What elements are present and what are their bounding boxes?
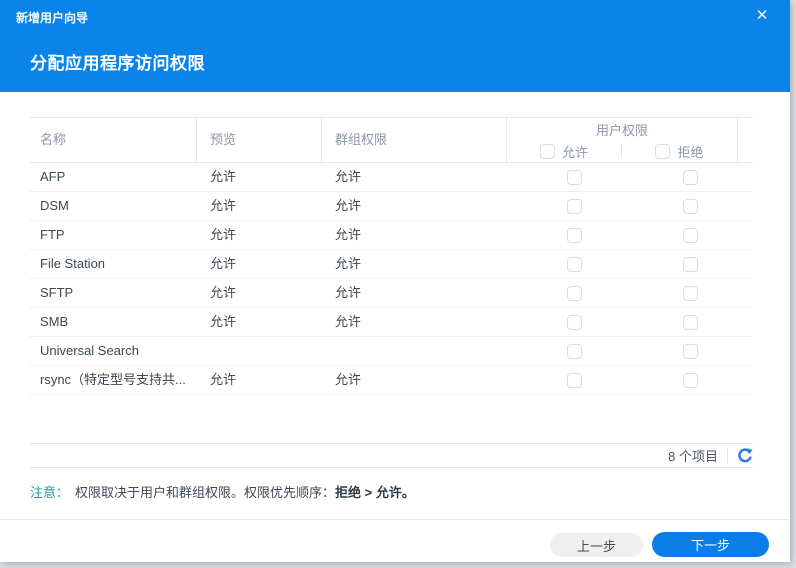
preview-value: 允许 [210,227,237,242]
deny-checkbox[interactable] [682,256,698,272]
next-step-button[interactable]: 下一步 [652,532,769,557]
preview-value: 允许 [210,198,237,213]
group-permission-value: 允许 [335,256,362,271]
deny-checkbox[interactable] [682,198,698,214]
permission-note: 注意： 权限取决于用户和群组权限。权限优先顺序：拒绝 > 允许。 [30,482,790,501]
group-permission-value [322,337,507,365]
preview-value: 允许 [210,169,237,184]
table-row: FTP 允许 允许 [30,221,753,250]
note-allow-bold: 允许。 [375,485,415,500]
refresh-icon[interactable] [737,447,753,464]
note-separator: > [361,485,376,500]
allow-checkbox[interactable] [567,227,582,243]
table-empty-area [30,395,753,443]
app-name: DSM [40,198,69,213]
allow-checkbox[interactable] [567,314,582,330]
deny-all-checkbox[interactable] [655,143,671,159]
preview-value: 允许 [210,314,237,329]
preview-value [197,337,322,365]
deny-checkbox[interactable] [682,285,698,301]
allow-checkbox[interactable] [567,169,582,185]
preview-value: 允许 [210,256,237,271]
group-permission-value: 允许 [335,285,362,300]
table-row: File Station 允许 允许 [30,250,753,279]
permissions-table: 名称 预览 群组权限 用户权限 允许 拒绝 AFP 允许 允许 DSM 允许 允… [30,117,753,468]
deny-checkbox[interactable] [682,314,698,330]
app-name: SMB [40,314,69,329]
allow-checkbox[interactable] [567,198,582,214]
deny-checkbox[interactable] [682,372,698,388]
user-permission-label: 用户权限 [595,123,648,138]
window-title: 新增用户向导 [16,11,89,25]
group-permission-value: 允许 [335,314,362,329]
note-text: 权限取决于用户和群组权限。权限优先顺序： [75,485,336,500]
deny-all-header: 拒绝 [622,142,737,161]
allow-checkbox[interactable] [567,343,582,359]
deny-checkbox[interactable] [682,227,698,243]
table-header: 名称 预览 群组权限 用户权限 允许 拒绝 [30,117,753,163]
deny-label: 拒绝 [677,144,704,160]
step-title: 分配应用程序访问权限 [30,54,205,73]
group-permission-value: 允许 [335,169,362,184]
previous-step-button[interactable]: 上一步 [550,533,643,557]
preview-value: 允许 [210,372,237,387]
app-name: rsync（特定型号支持共... [40,372,186,387]
table-row: rsync（特定型号支持共... 允许 允许 [30,366,753,395]
column-header-preview[interactable]: 预览 [197,118,322,162]
table-body: AFP 允许 允许 DSM 允许 允许 FTP 允许 允许 File Stati… [30,163,753,395]
app-name: File Station [40,256,106,271]
footer-divider [727,448,728,463]
table-row: AFP 允许 允许 [30,163,753,192]
button-bar-divider [0,519,790,520]
add-user-wizard-dialog: 新增用户向导 ✕ 分配应用程序访问权限 名称 预览 群组权限 用户权限 允许 拒… [0,0,790,562]
allow-checkbox[interactable] [567,256,582,272]
table-footer: 8 个项目 [30,443,753,468]
note-deny-bold: 拒绝 [335,485,362,500]
app-name: AFP [40,169,66,184]
column-header-name[interactable]: 名称 [30,118,197,162]
allow-checkbox[interactable] [567,372,582,388]
table-row: DSM 允许 允许 [30,192,753,221]
app-name: SFTP [40,285,74,300]
allow-all-header: 允许 [507,142,621,161]
allow-all-checkbox[interactable] [540,143,555,159]
deny-checkbox[interactable] [682,343,698,359]
column-header-group-permission[interactable]: 群组权限 [322,118,507,162]
allow-checkbox[interactable] [567,285,582,301]
table-row: Universal Search [30,337,753,366]
app-name: Universal Search [40,343,139,358]
note-label: 注意： [30,485,70,500]
group-permission-value: 允许 [335,227,362,242]
header-gutter [738,118,753,162]
allow-label: 允许 [562,144,589,160]
dialog-titlebar: 新增用户向导 ✕ 分配应用程序访问权限 [0,0,790,92]
preview-value: 允许 [210,285,237,300]
table-row: SMB 允许 允许 [30,308,753,337]
table-row: SFTP 允许 允许 [30,279,753,308]
deny-checkbox[interactable] [682,169,698,185]
close-icon[interactable]: ✕ [752,6,772,26]
group-permission-value: 允许 [335,372,362,387]
column-header-user-permission: 用户权限 允许 拒绝 [507,118,738,162]
app-name: FTP [40,227,65,242]
group-permission-value: 允许 [335,198,362,213]
item-count: 8 个项目 [668,449,718,464]
